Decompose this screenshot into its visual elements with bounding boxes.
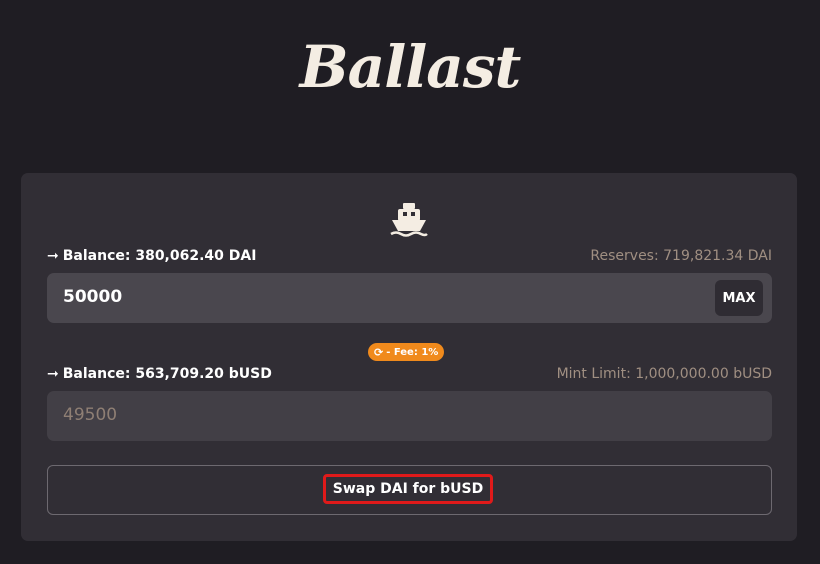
app-page: Ballast ➞ Balance: 380,062.40 DAI Reserve… bbox=[0, 0, 820, 564]
app-logo: Ballast bbox=[299, 33, 522, 101]
arrow-right-icon: ➞ bbox=[47, 366, 59, 382]
ship-icon bbox=[390, 203, 428, 237]
from-balance-label: Balance: 380,062.40 DAI bbox=[62, 248, 257, 264]
swap-button[interactable]: Swap DAI for bUSD bbox=[47, 465, 772, 515]
reserves-label: Reserves: 719,821.34 DAI bbox=[590, 248, 772, 264]
from-amount-value[interactable]: 50000 bbox=[63, 287, 122, 307]
fee-label: - Fee: 1% bbox=[386, 346, 439, 358]
from-balance: ➞ Balance: 380,062.40 DAI bbox=[47, 248, 256, 264]
from-amount-field[interactable]: 50000 MAX bbox=[47, 273, 772, 323]
swap-card: ➞ Balance: 380,062.40 DAI Reserves: 719,8… bbox=[21, 173, 797, 541]
swap-button-label[interactable]: Swap DAI for bUSD bbox=[323, 474, 493, 504]
to-balance-label: Balance: 563,709.20 bUSD bbox=[62, 366, 272, 382]
mint-limit-label: Mint Limit: 1,000,000.00 bUSD bbox=[556, 366, 772, 382]
to-amount-field: 49500 bbox=[47, 391, 772, 441]
to-balance: ➞ Balance: 563,709.20 bUSD bbox=[47, 366, 272, 382]
to-amount-value: 49500 bbox=[63, 405, 118, 425]
arrow-right-icon: ➞ bbox=[47, 248, 59, 264]
max-button[interactable]: MAX bbox=[715, 280, 763, 316]
fee-badge: ⟳ - Fee: 1% bbox=[368, 343, 445, 361]
swap-icon: ⟳ bbox=[374, 345, 384, 359]
